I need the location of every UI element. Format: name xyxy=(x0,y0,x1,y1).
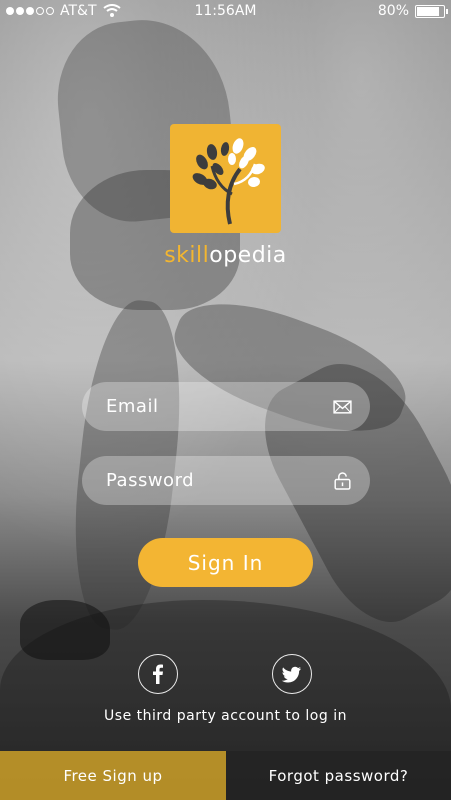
unlock-icon xyxy=(334,471,351,490)
password-field[interactable] xyxy=(82,456,370,505)
forgot-password-button[interactable]: Forgot password? xyxy=(226,751,451,800)
twitter-login-button[interactable] xyxy=(272,654,312,694)
status-bar: AT&T 11:56AM 80% xyxy=(0,0,451,24)
sign-in-button[interactable]: Sign In xyxy=(138,538,313,587)
app-logo xyxy=(170,124,281,233)
tree-logo-icon xyxy=(192,138,265,225)
facebook-login-button[interactable] xyxy=(138,654,178,694)
runner-left-shoe xyxy=(20,600,110,660)
battery-icon xyxy=(415,4,448,18)
brand-name-part2: opedia xyxy=(209,243,287,268)
third-party-caption: Use third party account to log in xyxy=(104,708,347,724)
facebook-icon xyxy=(153,664,163,684)
email-input[interactable] xyxy=(104,395,333,418)
brand-name-part1: skill xyxy=(164,243,210,268)
footer-bar: Free Sign up Forgot password? xyxy=(0,751,451,800)
free-sign-up-button[interactable]: Free Sign up xyxy=(0,751,226,800)
twitter-icon xyxy=(281,666,301,683)
envelope-icon xyxy=(333,399,352,414)
password-input[interactable] xyxy=(104,469,333,492)
status-right: 80% xyxy=(377,3,448,19)
battery-percent: 80% xyxy=(377,3,409,19)
brand-name: skillopedia xyxy=(0,243,451,268)
email-field[interactable] xyxy=(82,382,370,431)
